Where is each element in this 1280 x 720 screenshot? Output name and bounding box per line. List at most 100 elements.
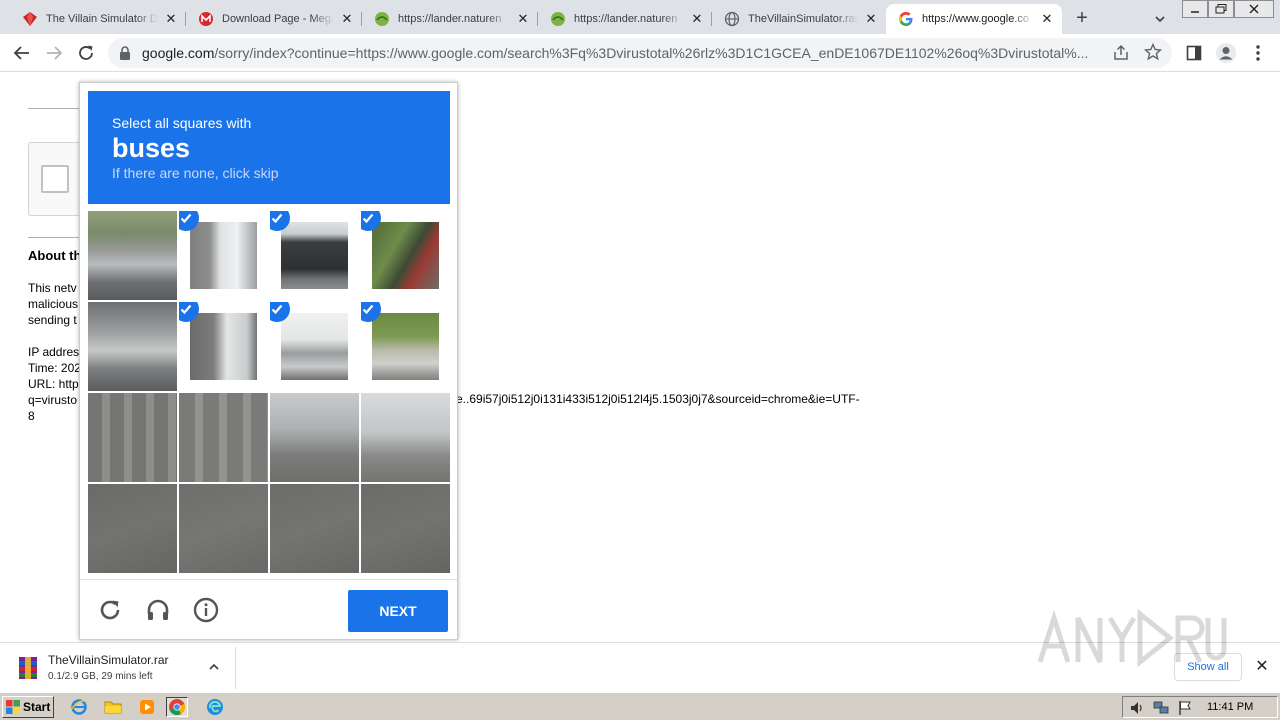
page-text-line: URL: http [28, 377, 79, 391]
globe-leaf-icon [374, 11, 390, 27]
chevron-up-icon[interactable] [206, 659, 222, 675]
grid-tile-4[interactable] [361, 211, 450, 300]
new-tab-button[interactable]: + [1070, 7, 1094, 31]
grid-tile-9[interactable] [88, 393, 177, 482]
grid-tile-11[interactable] [270, 393, 359, 482]
grid-tile-16[interactable] [361, 484, 450, 573]
restore-button[interactable] [1208, 0, 1234, 18]
grid-tile-3[interactable] [270, 211, 359, 300]
close-icon[interactable]: ✕ [1252, 657, 1272, 677]
close-icon[interactable]: ✕ [690, 12, 704, 26]
start-button[interactable]: Start [2, 696, 54, 718]
info-icon[interactable] [192, 596, 220, 624]
reload-icon[interactable] [74, 41, 98, 65]
share-icon[interactable] [1112, 44, 1130, 65]
side-panel-icon[interactable] [1182, 41, 1206, 65]
kebab-menu-icon[interactable] [1246, 41, 1270, 65]
challenge-target: buses [112, 133, 191, 163]
tab-google-active[interactable]: https://www.google.co ✕ [886, 4, 1062, 34]
tab-title: https://lander.naturen [398, 13, 502, 25]
tab-villain-simulator[interactable]: The Villain Simulator Do ✕ [10, 4, 186, 34]
grid-tile-15[interactable] [270, 484, 359, 573]
challenge-header: Select all squares with buses If there a… [88, 91, 450, 204]
tab-mega-download[interactable]: Download Page - Mega ✕ [186, 4, 362, 34]
address-bar[interactable]: google.com/sorry/index?continue=https://… [108, 38, 1172, 68]
page-text-line: sending t [28, 313, 77, 327]
tile-image [361, 484, 450, 573]
close-icon[interactable]: ✕ [1040, 12, 1054, 26]
mega-icon [198, 11, 214, 27]
image-grid [88, 211, 450, 573]
download-item[interactable]: TheVillainSimulator.rar 0.1/2.9 GB, 29 m… [10, 647, 236, 689]
taskbar-clock: 11:41 PM [1207, 701, 1254, 713]
file-explorer-icon[interactable] [102, 697, 124, 717]
tab-title: https://www.google.co [922, 13, 1030, 25]
grid-tile-7[interactable] [270, 302, 359, 391]
close-icon[interactable]: ✕ [516, 12, 530, 26]
divider [28, 237, 80, 238]
forward-arrow-icon[interactable] [42, 41, 66, 65]
chrome-taskbar-icon[interactable] [166, 697, 188, 717]
red-gem-icon [22, 11, 38, 27]
page-text-line: malicious [28, 297, 79, 311]
challenge-hint: If there are none, click skip [112, 165, 279, 181]
page-text-line: Time: 202 [28, 361, 81, 375]
tab-search-chevron-icon[interactable] [1150, 9, 1170, 29]
headphones-icon[interactable] [144, 596, 172, 624]
grid-tile-1[interactable] [88, 211, 177, 300]
about-heading: About th [28, 248, 82, 263]
grid-tile-13[interactable] [88, 484, 177, 573]
tab-lander-1[interactable]: https://lander.naturen ✕ [362, 4, 538, 34]
refresh-icon[interactable] [96, 596, 124, 624]
edge-icon[interactable] [204, 697, 226, 717]
action-center-flag-icon[interactable] [1177, 700, 1193, 716]
internet-explorer-icon[interactable] [68, 697, 90, 717]
grid-tile-8[interactable] [361, 302, 450, 391]
tile-image [88, 484, 177, 573]
start-label: Start [23, 700, 51, 714]
tile-image [190, 222, 257, 289]
url-host: google.com [142, 45, 215, 61]
recaptcha-challenge: Select all squares with buses If there a… [79, 82, 458, 640]
volume-icon[interactable] [1129, 700, 1145, 716]
tab-title: TheVillainSimulator.rar [748, 13, 858, 25]
download-status: 0.1/2.9 GB, 29 mins left [48, 671, 153, 682]
grid-tile-2[interactable] [179, 211, 268, 300]
lock-icon[interactable] [118, 45, 132, 64]
windows-taskbar: Start 11:41 PM [0, 692, 1280, 720]
tile-image [361, 393, 450, 482]
url-text[interactable]: google.com/sorry/index?continue=https://… [142, 38, 1102, 68]
minimize-button[interactable] [1182, 0, 1208, 18]
download-filename: TheVillainSimulator.rar [48, 653, 169, 667]
tile-image [179, 393, 268, 482]
globe-leaf-icon [550, 11, 566, 27]
divider [28, 108, 80, 109]
tile-image [179, 484, 268, 573]
back-arrow-icon[interactable] [10, 41, 34, 65]
close-icon[interactable]: ✕ [164, 12, 178, 26]
tab-title: Download Page - Mega [222, 13, 334, 25]
tile-image [88, 211, 177, 300]
challenge-instruction: Select all squares with [112, 115, 252, 131]
grid-tile-5[interactable] [88, 302, 177, 391]
close-icon[interactable]: ✕ [864, 12, 878, 26]
close-icon[interactable]: ✕ [340, 12, 354, 26]
tile-image [270, 393, 359, 482]
page-text-line: 8 [28, 409, 35, 423]
bookmark-star-icon[interactable] [1143, 42, 1163, 64]
grid-tile-14[interactable] [179, 484, 268, 573]
profile-avatar-icon[interactable] [1214, 41, 1238, 65]
grid-tile-6[interactable] [179, 302, 268, 391]
network-icon[interactable] [1153, 700, 1169, 716]
grid-tile-12[interactable] [361, 393, 450, 482]
media-player-icon[interactable] [136, 697, 158, 717]
tile-image [281, 313, 348, 380]
recaptcha-checkbox[interactable] [41, 165, 69, 193]
close-window-button[interactable] [1234, 0, 1274, 18]
windows-flag-icon [6, 700, 20, 714]
system-tray: 11:41 PM [1122, 696, 1278, 718]
grid-tile-10[interactable] [179, 393, 268, 482]
next-button[interactable]: NEXT [348, 590, 448, 632]
tab-lander-2[interactable]: https://lander.naturen ✕ [538, 4, 712, 34]
tab-villain-rar[interactable]: TheVillainSimulator.rar ✕ [712, 4, 886, 34]
